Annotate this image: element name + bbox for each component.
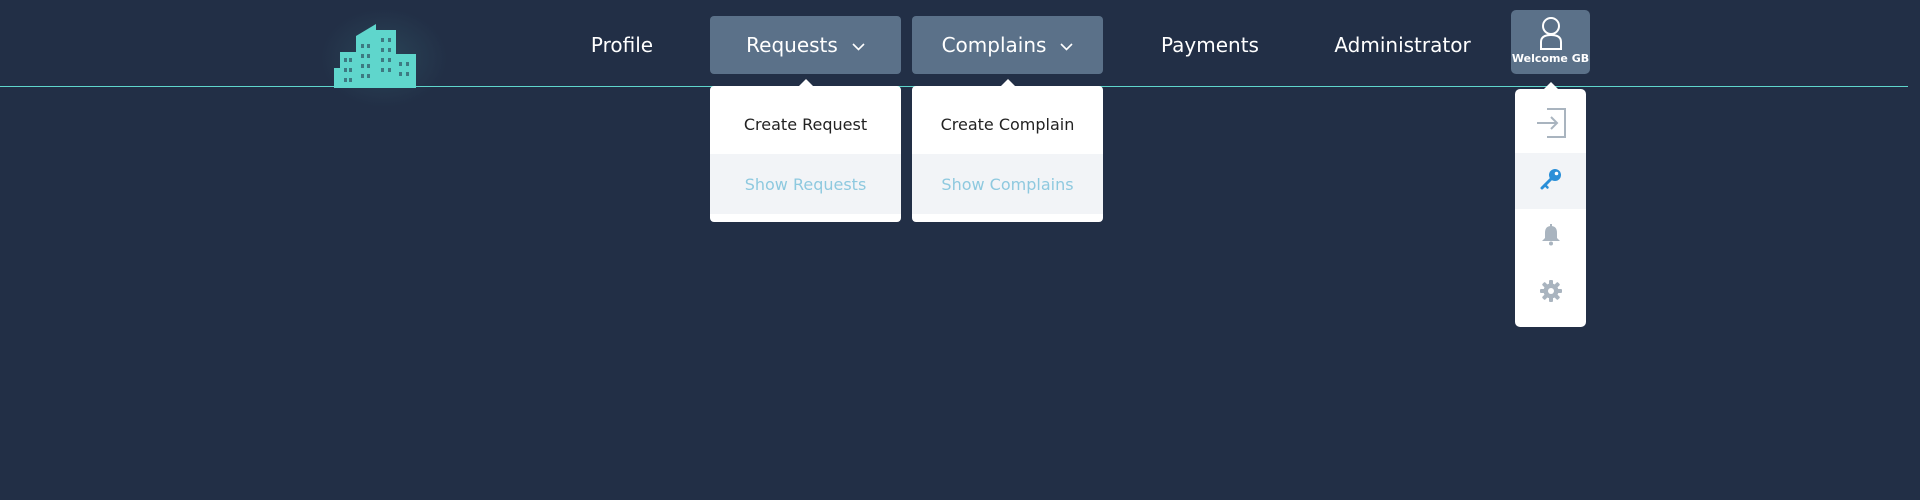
welcome-label: Welcome GB bbox=[1511, 52, 1590, 65]
user-dropdown bbox=[1515, 82, 1586, 327]
user-menu-button[interactable]: Welcome GB bbox=[1511, 10, 1590, 74]
nav-profile-label: Profile bbox=[590, 33, 654, 57]
requests-dropdown: Create Request Show Requests bbox=[710, 79, 901, 222]
gear-icon bbox=[1539, 280, 1562, 306]
show-complains-item[interactable]: Show Complains bbox=[912, 154, 1103, 214]
nav-payments-label: Payments bbox=[1161, 33, 1259, 57]
nav-requests[interactable]: Requests bbox=[710, 16, 901, 74]
nav-complains-label: Complains bbox=[941, 33, 1047, 57]
nav-requests-label: Requests bbox=[746, 33, 838, 57]
create-complain-item[interactable]: Create Complain bbox=[912, 94, 1103, 154]
create-request-item[interactable]: Create Request bbox=[710, 94, 901, 154]
nav-administrator[interactable]: Administrator bbox=[1325, 16, 1480, 74]
complains-dropdown: Create Complain Show Complains bbox=[912, 79, 1103, 222]
chevron-down-icon bbox=[1060, 43, 1073, 51]
key-icon bbox=[1540, 168, 1562, 194]
settings-item[interactable] bbox=[1515, 265, 1586, 321]
bell-icon bbox=[1540, 224, 1562, 250]
building-logo-icon bbox=[334, 24, 416, 88]
nav-complains[interactable]: Complains bbox=[912, 16, 1103, 74]
show-requests-item[interactable]: Show Requests bbox=[710, 154, 901, 214]
user-icon bbox=[1539, 16, 1563, 50]
change-password-item[interactable] bbox=[1515, 153, 1586, 209]
nav-profile[interactable]: Profile bbox=[568, 16, 676, 74]
nav-administrator-label: Administrator bbox=[1334, 33, 1471, 57]
brand-logo[interactable] bbox=[320, 8, 448, 108]
logout-item[interactable] bbox=[1515, 97, 1586, 153]
logout-icon bbox=[1535, 108, 1567, 142]
nav-payments[interactable]: Payments bbox=[1140, 16, 1280, 74]
chevron-down-icon bbox=[852, 43, 865, 51]
notifications-item[interactable] bbox=[1515, 209, 1586, 265]
